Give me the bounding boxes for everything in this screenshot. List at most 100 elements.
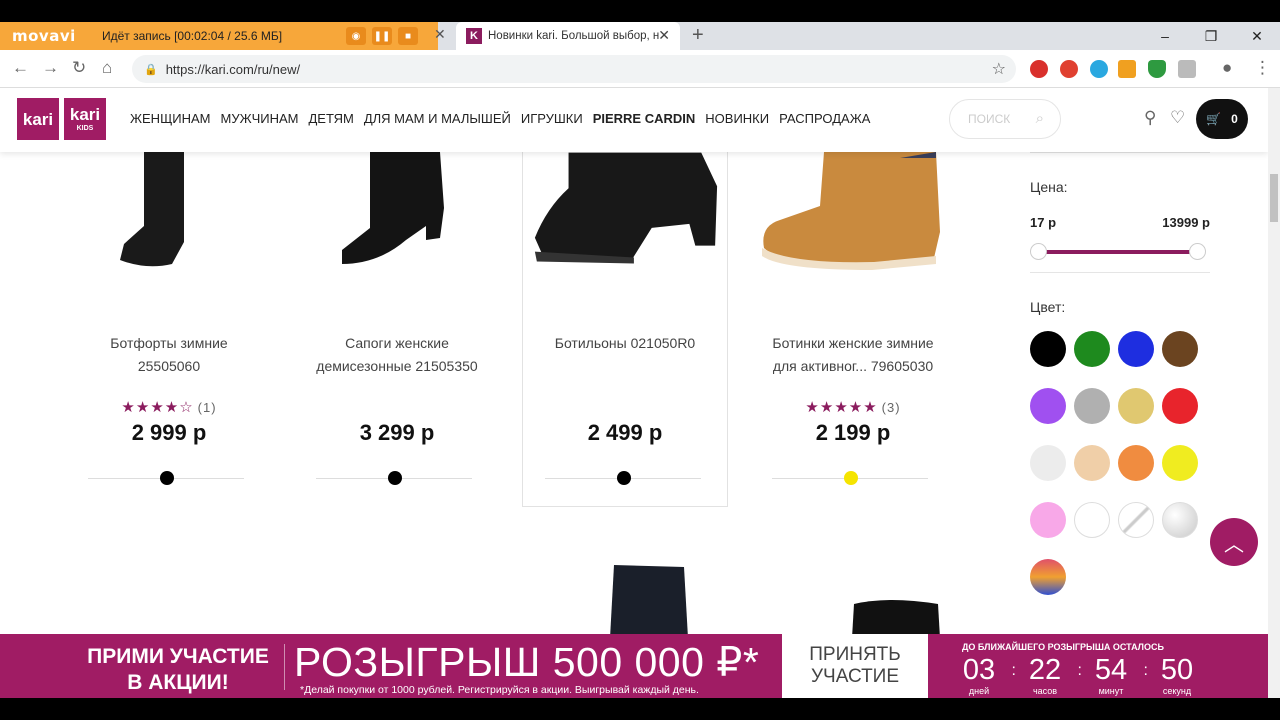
color-swatch[interactable] xyxy=(160,471,174,485)
extension-icon-2[interactable] xyxy=(1178,60,1196,78)
scroll-to-top-button[interactable]: ︿ xyxy=(1210,518,1258,566)
extension-shield-icon[interactable] xyxy=(1148,60,1166,78)
product-card[interactable]: Ботильоны 021050R0 2 499 р xyxy=(522,152,728,507)
bookmark-star-icon[interactable]: ☆ xyxy=(992,59,1006,79)
forward-button[interactable]: → xyxy=(42,58,59,78)
color-swatch[interactable] xyxy=(617,471,631,485)
heart-icon[interactable]: ♡ xyxy=(1170,108,1185,128)
extension-icon[interactable] xyxy=(1060,60,1078,78)
recorder-logo: movavi xyxy=(12,27,76,45)
color-option-gray[interactable] xyxy=(1074,388,1110,424)
countdown-hours: 22 часов: xyxy=(1012,654,1082,696)
new-tab-button[interactable]: + xyxy=(692,24,704,47)
color-option-yellow[interactable] xyxy=(1162,445,1198,481)
cart-button[interactable]: 🛒 0 xyxy=(1196,99,1248,139)
product-image[interactable] xyxy=(750,152,956,270)
color-swatch[interactable] xyxy=(388,471,402,485)
filters-sidebar: Цена: 17 р 13999 р Цвет: xyxy=(1030,152,1210,595)
search-input[interactable]: ПОИСК ⌕ xyxy=(949,99,1061,139)
color-option-gold[interactable] xyxy=(1118,388,1154,424)
product-image[interactable] xyxy=(610,563,690,638)
countdown-unit: часов xyxy=(1032,686,1058,696)
minimize-button[interactable]: – xyxy=(1142,22,1188,50)
menu-item-kids[interactable]: ДЕТЯМ xyxy=(308,111,353,126)
color-option-black[interactable] xyxy=(1030,331,1066,367)
menu-item-new[interactable]: НОВИНКИ xyxy=(705,111,769,126)
menu-icon[interactable]: ⋮ xyxy=(1254,58,1271,78)
window-close-button[interactable]: ✕ xyxy=(1234,22,1280,50)
color-option-beige[interactable] xyxy=(1074,445,1110,481)
color-option-orange[interactable] xyxy=(1118,445,1154,481)
product-image[interactable] xyxy=(66,152,272,267)
product-image[interactable] xyxy=(848,598,943,638)
review-count: (1) xyxy=(197,400,217,415)
recorder-screenshot-button[interactable]: ◉ xyxy=(346,27,366,45)
color-swatch[interactable] xyxy=(844,471,858,485)
extension-skype-icon[interactable] xyxy=(1090,60,1108,78)
tab-active[interactable]: K Новинки kari. Большой выбор, низкие це… xyxy=(456,22,680,50)
promo-banner: ПРИМИ УЧАСТИЕ В АКЦИИ! РОЗЫГРЫШ 500 000 … xyxy=(0,634,1268,698)
menu-item-men[interactable]: МУЖЧИНАМ xyxy=(220,111,298,126)
product-name[interactable]: Ботильоны 021050R0 xyxy=(523,332,727,355)
scrollbar-thumb[interactable] xyxy=(1270,174,1278,222)
color-option-red[interactable] xyxy=(1162,388,1198,424)
countdown-value: 54 xyxy=(1094,654,1128,686)
color-option-none[interactable] xyxy=(1118,502,1154,538)
page-scrollbar[interactable] xyxy=(1268,88,1280,698)
menu-item-sale[interactable]: РАСПРОДАЖА xyxy=(779,111,870,126)
extension-flag-icon[interactable] xyxy=(1118,60,1136,78)
profile-icon[interactable]: ● xyxy=(1222,58,1232,78)
color-option-light-gray[interactable] xyxy=(1030,445,1066,481)
main-menu: ЖЕНЩИНАМ МУЖЧИНАМ ДЕТЯМ ДЛЯ МАМ И МАЛЫШЕ… xyxy=(130,111,870,126)
recorder-stop-button[interactable]: ■ xyxy=(398,27,418,45)
menu-item-toys[interactable]: ИГРУШКИ xyxy=(521,111,583,126)
product-price: 2 199 р xyxy=(815,420,891,445)
countdown-unit: секунд xyxy=(1162,686,1192,696)
product-card[interactable]: Сапоги женские демисезонные 21505350 3 2… xyxy=(294,152,500,507)
product-name[interactable]: Сапоги женские демисезонные 21505350 xyxy=(294,332,500,378)
search-icon[interactable]: ⌕ xyxy=(1036,110,1044,127)
product-name[interactable]: Ботфорты зимние 25505060 xyxy=(66,332,272,378)
product-image[interactable] xyxy=(523,152,727,264)
price-slider[interactable] xyxy=(1030,243,1206,260)
omnibox[interactable]: 🔒 https://kari.com/ru/new/ ☆ xyxy=(132,55,1016,83)
tab-title: Новинки kari. Большой выбор, низкие цены xyxy=(488,30,660,42)
color-option-blue[interactable] xyxy=(1118,331,1154,367)
product-image[interactable] xyxy=(294,152,500,264)
menu-item-moms[interactable]: ДЛЯ МАМ И МАЛЫШЕЙ xyxy=(364,111,511,126)
kari-kids-logo[interactable]: kari KIDS xyxy=(64,98,106,140)
close-icon[interactable]: ✕ xyxy=(434,26,446,43)
color-option-purple[interactable] xyxy=(1030,388,1066,424)
recorder-pause-button[interactable]: ❚❚ xyxy=(372,27,392,45)
color-option-green[interactable] xyxy=(1074,331,1110,367)
extension-adblock-icon[interactable] xyxy=(1030,60,1048,78)
menu-item-women[interactable]: ЖЕНЩИНАМ xyxy=(130,111,210,126)
promo-join-button[interactable]: ПРИНЯТЬ УЧАСТИЕ xyxy=(782,634,928,698)
color-option-pink[interactable] xyxy=(1030,502,1066,538)
countdown-label: ДО БЛИЖАЙШЕГО РОЗЫГРЫША ОСТАЛОСЬ xyxy=(962,642,1164,652)
price-slider-max-handle[interactable] xyxy=(1189,243,1206,260)
color-option-silver[interactable] xyxy=(1162,502,1198,538)
color-swatch-row xyxy=(545,471,701,485)
color-option-multicolor[interactable] xyxy=(1030,559,1066,595)
restore-button[interactable]: ❐ xyxy=(1188,22,1234,50)
product-card[interactable]: Ботинки женские зимние для активног... 7… xyxy=(750,152,956,507)
color-option-white[interactable] xyxy=(1074,502,1110,538)
product-name[interactable]: Ботинки женские зимние для активног... 7… xyxy=(750,332,956,378)
reload-button[interactable]: ↻ xyxy=(72,58,86,78)
product-card[interactable]: Ботфорты зимние 25505060 ★★★★☆ (1) 2 999 … xyxy=(66,152,272,507)
tab-close-icon[interactable]: ✕ xyxy=(658,27,670,44)
user-icon[interactable]: ⚲ xyxy=(1144,108,1156,128)
color-swatch-row xyxy=(316,471,472,485)
back-button[interactable]: ← xyxy=(12,58,29,78)
countdown-value: 03 xyxy=(962,654,996,686)
price-slider-min-handle[interactable] xyxy=(1030,243,1047,260)
promo-left-text: ПРИМИ УЧАСТИЕ В АКЦИИ! xyxy=(87,645,269,694)
color-option-brown[interactable] xyxy=(1162,331,1198,367)
home-button[interactable]: ⌂ xyxy=(102,58,112,78)
menu-item-pierre-cardin[interactable]: PIERRE CARDIN xyxy=(593,111,696,126)
kari-logo[interactable]: kari xyxy=(17,98,59,140)
countdown-value: 50 xyxy=(1160,654,1194,686)
promo-note: *Делай покупки от 1000 рублей. Регистрир… xyxy=(300,684,699,696)
rating-stars-glyphs: ★★★★★ xyxy=(805,399,878,416)
